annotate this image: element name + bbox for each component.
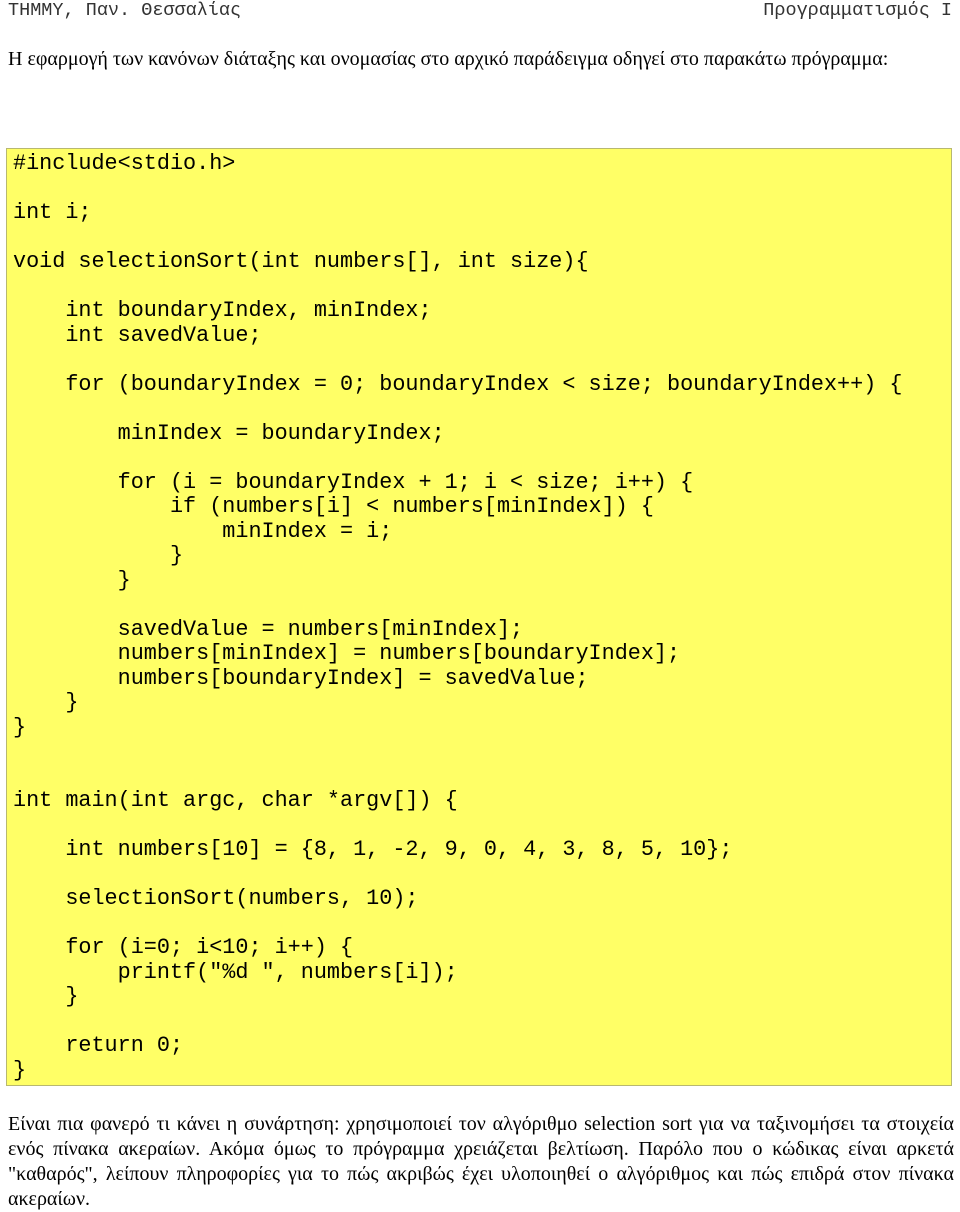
code-line: int boundaryIndex, minIndex; xyxy=(13,298,432,323)
code-line: } xyxy=(13,567,131,593)
intro-paragraph: Η εφαρμογή των κανόνων διάταξης και ονομ… xyxy=(8,48,889,70)
code-line: int savedValue; xyxy=(13,322,262,348)
code-line: if (numbers[i] < numbers[minIndex]) { xyxy=(13,494,654,519)
outro-paragraph: Είναι πια φανερό τι κάνει η συνάρτηση: χ… xyxy=(8,1113,954,1210)
code-line: savedValue = numbers[minIndex]; xyxy=(13,616,524,642)
code-line: int main(int argc, char *argv[]) { xyxy=(13,788,458,813)
code-line: return 0; xyxy=(13,1033,184,1058)
code-line: for (i = boundaryIndex + 1; i < size; i+… xyxy=(13,469,694,495)
code-line: for (i=0; i<10; i++) { xyxy=(13,935,354,960)
code-line: printf("%d ", numbers[i]); xyxy=(13,959,458,985)
code-line: selectionSort(numbers, 10); xyxy=(13,886,419,911)
code-line: #include<stdio.h> xyxy=(13,151,236,176)
code-line: } xyxy=(13,1057,27,1083)
code-line: for (boundaryIndex = 0; boundaryIndex < … xyxy=(13,371,903,397)
code-line: } xyxy=(13,714,27,740)
code-line: void selectionSort(int numbers[], int si… xyxy=(13,249,589,274)
code-line: numbers[boundaryIndex] = savedValue; xyxy=(13,665,589,691)
code-line: numbers[minIndex] = numbers[boundaryInde… xyxy=(13,641,681,666)
code-line: } xyxy=(13,984,79,1009)
code-line: minIndex = boundaryIndex; xyxy=(13,420,445,446)
header-right: Προγραμματισμός Ι xyxy=(763,0,952,21)
code-line: } xyxy=(13,543,184,568)
code-line: int i; xyxy=(13,200,92,225)
code-line: minIndex = i; xyxy=(13,518,393,544)
code-block: #include<stdio.h> int i; void selectionSor… xyxy=(6,148,952,1086)
header-left: ΤΗΜΜΥ, Παν. Θεσσαλίας xyxy=(8,0,242,21)
code-line: } xyxy=(13,690,79,715)
code-line: int numbers[10] = {8, 1, -2, 9, 0, 4, 3,… xyxy=(13,837,733,862)
